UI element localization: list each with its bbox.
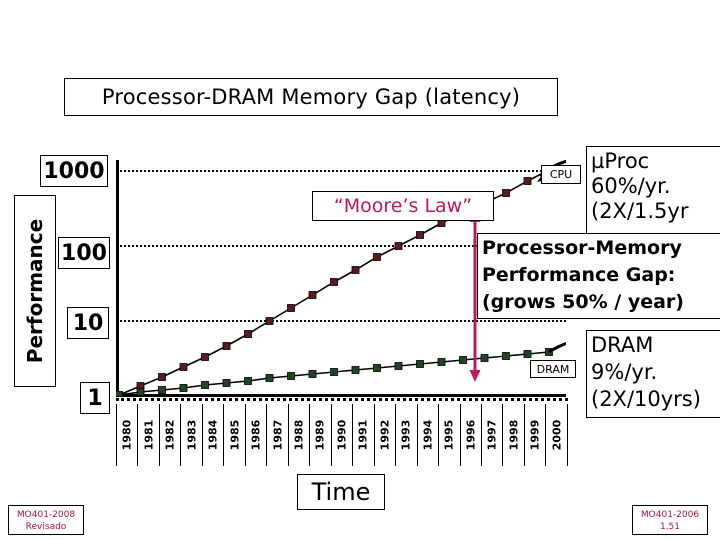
- x-axis-label-box: Time: [297, 474, 385, 510]
- x-tick: 1986: [244, 404, 266, 466]
- x-tick: 1996: [459, 404, 481, 466]
- x-tick: 1991: [352, 404, 373, 466]
- x-tick: 1981: [137, 404, 158, 466]
- x-tick-label: 1981: [142, 419, 156, 451]
- gap-note-line-2: Performance Gap:: [482, 264, 676, 286]
- x-tick: 1994: [416, 404, 438, 466]
- footer-right-line-1: MO401-2006: [640, 510, 700, 520]
- x-tick: 1987: [266, 404, 287, 466]
- y-tick-1000: 1000: [40, 155, 108, 187]
- x-tick-label: 1987: [271, 419, 285, 451]
- x-tick-label: 1997: [485, 419, 499, 451]
- x-tick: 1990: [330, 404, 352, 466]
- x-tick: 1997: [480, 404, 502, 466]
- y-axis-label: Performance: [23, 218, 48, 364]
- y-tick-100: 100: [58, 237, 110, 269]
- x-tick: 1980: [116, 404, 137, 466]
- performance-gap-note: Processor-Memory Performance Gap: (grows…: [477, 233, 720, 319]
- x-tick-label: 1999: [528, 419, 542, 451]
- moores-law-callout: “Moore’s Law”: [312, 191, 494, 221]
- x-tick-label: 1980: [120, 419, 134, 451]
- x-tick-label: 1983: [185, 419, 199, 451]
- page-title: Processor-DRAM Memory Gap (latency): [101, 85, 521, 109]
- dram-series-tag: DRAM: [530, 360, 576, 378]
- x-tick-label: 1998: [507, 419, 521, 451]
- x-tick: 1989: [309, 404, 330, 466]
- processor-growth-note: µProc 60%/yr. (2X/1.5yr: [586, 146, 720, 238]
- x-tick-label: 2000: [550, 419, 564, 451]
- x-tick-label: 1990: [335, 419, 349, 451]
- x-tick-label: 1991: [356, 419, 370, 451]
- x-tick-label: 1982: [163, 419, 177, 451]
- x-tick: 1982: [158, 404, 180, 466]
- x-tick-label: 1994: [421, 419, 435, 451]
- x-axis-label: Time: [311, 478, 371, 506]
- footer-left-line-2: Revisado: [25, 522, 67, 532]
- x-tick: 1992: [373, 404, 395, 466]
- x-tick-label: 1992: [378, 419, 392, 451]
- x-axis-dotted-rule: [116, 398, 568, 401]
- x-tick: 1983: [180, 404, 201, 466]
- proc-note-line-1: µProc: [591, 149, 650, 173]
- dram-growth-note: DRAM 9%/yr. (2X/10yrs): [586, 330, 720, 418]
- x-axis-tick-labels: 1980 1981 1982 1983 1984 1985 1986 1987 …: [116, 404, 568, 466]
- x-tick: 2000: [545, 404, 568, 466]
- x-tick: 1993: [395, 404, 416, 466]
- footer-right: MO401-2006 1.51: [632, 505, 708, 535]
- x-tick-label: 1996: [464, 419, 478, 451]
- dram-callout-curve: [548, 342, 566, 354]
- y-axis-label-box: Performance: [14, 195, 56, 387]
- x-tick: 1985: [223, 404, 244, 466]
- moores-law-label: “Moore’s Law”: [333, 195, 473, 217]
- gap-note-line-1: Processor-Memory: [482, 237, 682, 259]
- x-tick: 1988: [287, 404, 309, 466]
- x-tick-label: 1988: [292, 419, 306, 451]
- dram-series-markers: [116, 348, 553, 396]
- y-tick-10: 10: [67, 307, 109, 339]
- x-tick-label: 1993: [399, 419, 413, 451]
- slide-title-box: Processor-DRAM Memory Gap (latency): [64, 78, 558, 116]
- x-tick: 1998: [502, 404, 523, 466]
- footer-left-line-1: MO401-2008: [16, 510, 76, 520]
- x-tick-label: 1995: [442, 419, 456, 451]
- x-tick-label: 1989: [313, 419, 327, 451]
- proc-note-line-3: (2X/1.5yr: [591, 199, 689, 223]
- dram-note-line-3: (2X/10yrs): [591, 387, 701, 411]
- footer-right-line-2: 1.51: [659, 522, 681, 532]
- dram-note-line-2: 9%/yr.: [591, 360, 658, 384]
- x-tick: 1999: [523, 404, 545, 466]
- x-tick-label: 1984: [206, 419, 220, 451]
- gap-note-line-3: (grows 50% / year): [482, 291, 684, 313]
- dram-note-line-1: DRAM: [591, 333, 654, 357]
- x-tick-label: 1985: [228, 419, 242, 451]
- cpu-series-tag: CPU: [541, 165, 581, 184]
- x-tick-label: 1986: [249, 419, 263, 451]
- x-tick: 1995: [438, 404, 459, 466]
- proc-note-line-2: 60%/yr.: [591, 174, 671, 198]
- y-tick-1: 1: [80, 382, 110, 414]
- x-tick: 1984: [201, 404, 223, 466]
- footer-left: MO401-2008 Revisado: [8, 505, 84, 535]
